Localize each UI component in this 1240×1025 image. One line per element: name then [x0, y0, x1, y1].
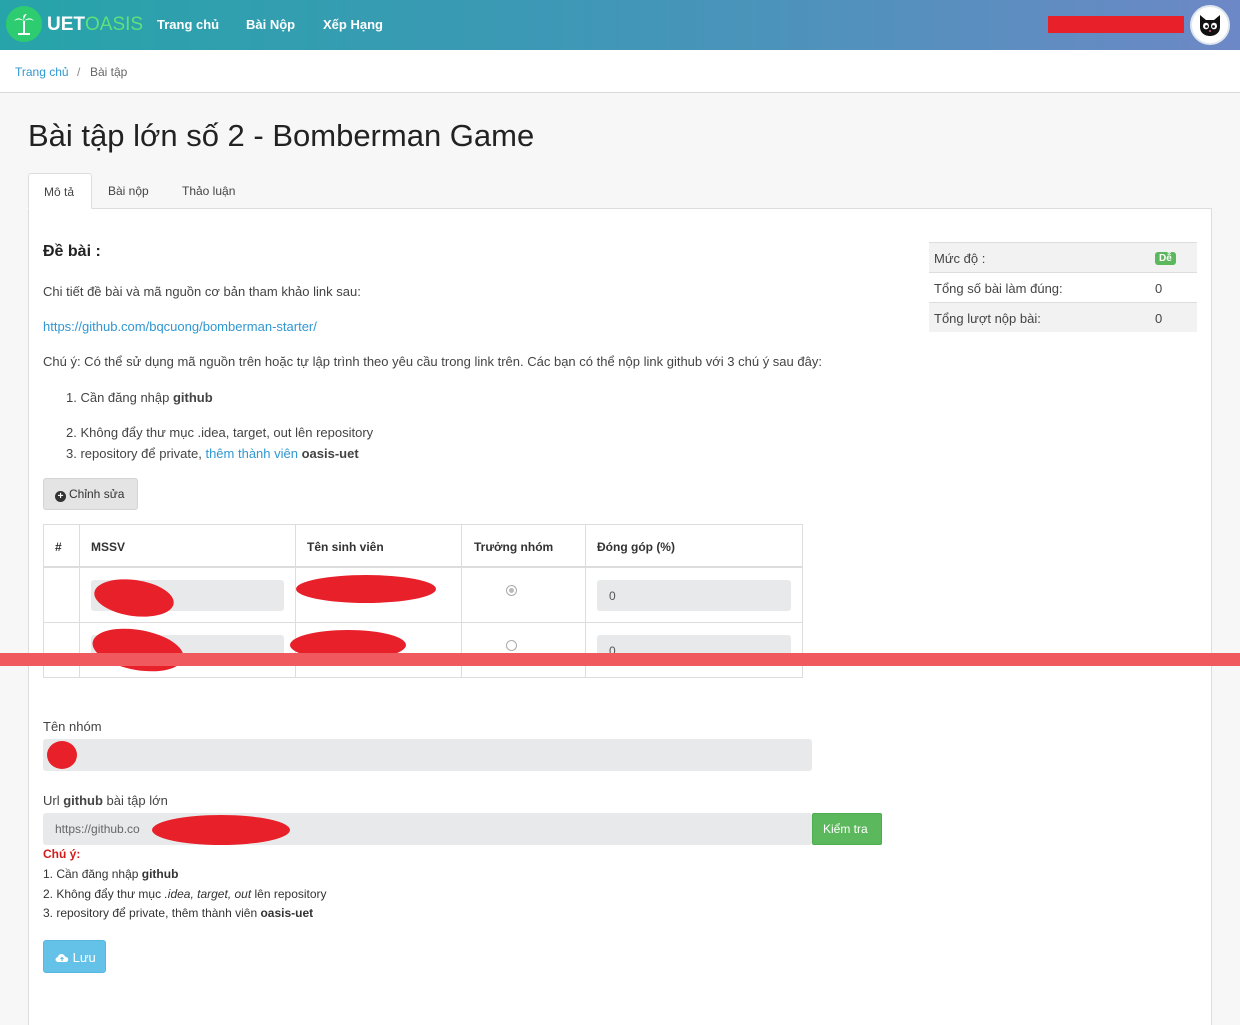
problem-item-1-text: 1. Cần đăng nhập — [66, 390, 173, 405]
save-button[interactable]: Lưu — [43, 940, 106, 973]
form-note-2: 2. Không đẩy thư mục .idea, target, out … — [43, 887, 327, 901]
redaction-mark — [47, 741, 77, 769]
redaction-mark — [296, 575, 436, 603]
page-title: Bài tập lớn số 2 - Bomberman Game — [28, 118, 535, 153]
problem-item-3-link[interactable]: thêm thành viên — [205, 446, 298, 461]
stat-row-correct: Tổng số bài làm đúng: 0 — [929, 272, 1197, 302]
form-note-1-bold: github — [141, 867, 179, 881]
th-contribution: Đóng góp (%) — [597, 540, 675, 554]
problem-intro: Chi tiết đề bài và mã nguồn cơ bản tham … — [43, 284, 361, 299]
brand-part-uet: UET — [47, 14, 85, 35]
cloud-upload-icon — [55, 954, 69, 962]
nav-link-home[interactable]: Trang chủ — [157, 17, 219, 32]
overlay-red-line — [0, 653, 1240, 666]
top-navbar: UETOASIS Trang chủ Bài Nộp Xếp Hạng — [0, 0, 1240, 50]
problem-heading: Đề bài : — [43, 243, 101, 260]
form-note-2-prefix: 2. Không đẩy thư mục — [43, 887, 165, 901]
form-note-3-text: 3. repository để private, thêm thành viê… — [43, 906, 261, 920]
th-student-id: MSSV — [91, 540, 126, 554]
stat-row-level: Mức độ : Dễ — [929, 242, 1197, 272]
stat-submissions-value: 0 — [1155, 311, 1163, 326]
stat-level-label: Mức độ : — [934, 251, 986, 266]
nav-link-submissions[interactable]: Bài Nộp — [246, 17, 295, 32]
tab-submissions[interactable]: Bài nộp — [108, 173, 149, 209]
stat-correct-label: Tổng số bài làm đúng: — [934, 281, 1063, 296]
leader-radio[interactable] — [506, 640, 517, 651]
form-note-1-text: 1. Cần đăng nhập — [43, 867, 142, 881]
problem-starter-link[interactable]: https://github.com/bqcuong/bomberman-sta… — [43, 319, 317, 334]
th-student-name: Tên sinh viên — [307, 540, 384, 554]
form-note-1: 1. Cần đăng nhập github — [43, 867, 178, 881]
plus-circle-icon: + — [55, 491, 66, 502]
brand-logo[interactable]: UETOASIS — [47, 14, 143, 36]
problem-item-3: 3. repository để private, thêm thành viê… — [66, 446, 359, 461]
redaction-mark — [152, 815, 290, 845]
form-note-2-suffix: lên repository — [251, 887, 327, 901]
edit-button[interactable]: + Chỉnh sửa — [43, 478, 138, 510]
github-url-label: Url github bài tập lớn — [43, 793, 168, 808]
save-button-label: Lưu — [72, 950, 96, 965]
breadcrumb-current: Bài tập — [90, 65, 128, 79]
problem-note: Chú ý: Có thể sử dụng mã nguồn trên hoặc… — [43, 354, 822, 369]
leader-radio[interactable] — [506, 585, 517, 596]
note-title: Chú ý: — [43, 847, 81, 861]
group-name-input[interactable] — [43, 739, 812, 771]
github-url-label-suffix: bài tập lớn — [102, 793, 168, 808]
difficulty-badge: Dễ — [1155, 252, 1176, 265]
check-button[interactable]: Kiểm tra — [812, 813, 882, 845]
form-note-2-italic: .idea, target, out — [164, 887, 252, 901]
nav-link-ranking[interactable]: Xếp Hạng — [323, 17, 383, 32]
stat-correct-value: 0 — [1155, 281, 1163, 296]
github-url-label-bold: github — [63, 793, 103, 808]
th-leader: Trưởng nhóm — [474, 540, 554, 554]
form-note-3: 3. repository để private, thêm thành viê… — [43, 906, 313, 920]
stat-submissions-label: Tổng lượt nộp bài: — [934, 311, 1041, 326]
group-name-label: Tên nhóm — [43, 719, 102, 734]
github-url-label-prefix: Url — [43, 793, 64, 808]
tab-description[interactable]: Mô tả — [28, 173, 92, 209]
problem-item-1-bold: github — [172, 390, 213, 405]
stat-row-submissions: Tổng lượt nộp bài: 0 — [929, 302, 1197, 332]
avatar[interactable] — [1190, 5, 1230, 45]
brand-part-oasis: OASIS — [85, 14, 144, 35]
problem-item-2: 2. Không đẩy thư mục .idea, target, out … — [66, 425, 374, 440]
table-row-divider — [43, 622, 803, 623]
table-header-divider — [43, 566, 803, 568]
problem-stats: Mức độ : Dễ Tổng số bài làm đúng: 0 Tổng… — [929, 242, 1197, 332]
form-note-3-bold: oasis-uet — [260, 906, 314, 920]
edit-button-label: Chỉnh sửa — [69, 487, 125, 501]
problem-item-3-text: 3. repository để private, — [66, 446, 206, 461]
problem-item-1: 1. Cần đăng nhập github — [66, 390, 213, 405]
tab-discussion[interactable]: Thảo luận — [182, 173, 235, 209]
palm-tree-logo-icon[interactable] — [6, 6, 42, 42]
breadcrumb-home-link[interactable]: Trang chủ — [15, 65, 69, 79]
th-index: # — [55, 540, 62, 554]
breadcrumb: Trang chủ / Bài tập — [0, 50, 1240, 93]
redacted-username — [1048, 16, 1184, 33]
breadcrumb-separator: / — [77, 65, 81, 79]
contribution-input[interactable]: 0 — [597, 580, 791, 611]
cat-avatar-icon — [1200, 15, 1220, 36]
problem-item-3-bold: oasis-uet — [301, 446, 359, 461]
